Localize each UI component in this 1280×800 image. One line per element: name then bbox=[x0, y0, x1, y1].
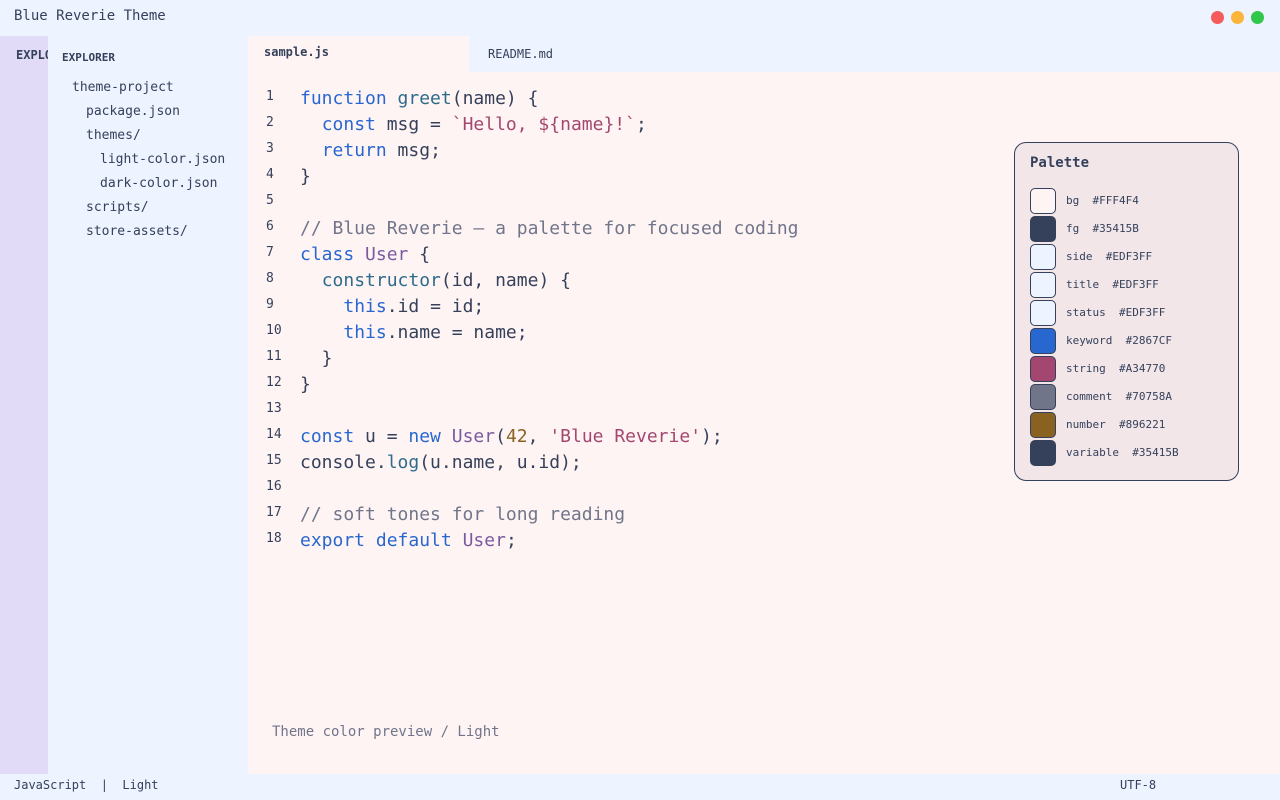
line-number: 9 bbox=[266, 297, 274, 312]
line-number: 13 bbox=[266, 401, 282, 416]
swatch-label: bg #FFF4F4 bbox=[1066, 194, 1139, 207]
line-number: 12 bbox=[266, 375, 282, 390]
palette-row: string #A34770 bbox=[1030, 356, 1230, 382]
color-swatch bbox=[1030, 300, 1056, 326]
code-line[interactable]: console.log(u.name, u.id); bbox=[300, 452, 582, 473]
sidebar-title: EXPLORER bbox=[62, 51, 115, 64]
tab-readme-md[interactable]: README.md bbox=[469, 36, 589, 72]
code-line[interactable]: class User { bbox=[300, 244, 430, 265]
color-swatch bbox=[1030, 356, 1056, 382]
palette-title: Palette bbox=[1030, 155, 1090, 171]
line-number: 1 bbox=[266, 89, 274, 104]
color-swatch bbox=[1030, 244, 1056, 270]
code-line[interactable]: function greet(name) { bbox=[300, 88, 538, 109]
tree-item-folder[interactable]: theme-project bbox=[72, 80, 174, 95]
color-swatch bbox=[1030, 412, 1056, 438]
tab-bar: sample.js README.md bbox=[248, 36, 1280, 72]
code-line[interactable]: this.name = name; bbox=[300, 322, 527, 343]
tree-item-folder[interactable]: scripts/ bbox=[86, 200, 149, 215]
line-number: 16 bbox=[266, 479, 282, 494]
line-number: 15 bbox=[266, 453, 282, 468]
line-number: 10 bbox=[266, 323, 282, 338]
close-button[interactable] bbox=[1211, 11, 1224, 24]
code-line[interactable]: // Blue Reverie — a palette for focused … bbox=[300, 218, 799, 239]
palette-row: side #EDF3FF bbox=[1030, 244, 1230, 270]
palette-row: keyword #2867CF bbox=[1030, 328, 1230, 354]
swatch-label: comment #70758A bbox=[1066, 390, 1172, 403]
title-bar: Blue Reverie Theme bbox=[0, 0, 1280, 36]
line-number: 18 bbox=[266, 531, 282, 546]
code-line[interactable]: // soft tones for long reading bbox=[300, 504, 625, 525]
tree-item-file[interactable]: light-color.json bbox=[100, 152, 225, 167]
palette-row: title #EDF3FF bbox=[1030, 272, 1230, 298]
color-swatch bbox=[1030, 188, 1056, 214]
code-line[interactable]: constructor(id, name) { bbox=[300, 270, 571, 291]
palette-row: status #EDF3FF bbox=[1030, 300, 1230, 326]
tab-sample-js[interactable]: sample.js bbox=[248, 36, 469, 72]
palette-row: number #896221 bbox=[1030, 412, 1230, 438]
swatch-label: keyword #2867CF bbox=[1066, 334, 1172, 347]
explorer-sidebar: EXPLORER theme-project package.json them… bbox=[48, 36, 248, 774]
swatch-label: side #EDF3FF bbox=[1066, 250, 1153, 263]
line-number: 3 bbox=[266, 141, 274, 156]
status-encoding[interactable]: UTF-8 bbox=[1120, 778, 1156, 792]
palette-row: variable #35415B bbox=[1030, 440, 1230, 466]
status-theme[interactable]: Light bbox=[122, 778, 158, 792]
line-number: 14 bbox=[266, 427, 282, 442]
swatch-label: number #896221 bbox=[1066, 418, 1166, 431]
line-number: 17 bbox=[266, 505, 282, 520]
status-separator: | bbox=[100, 778, 108, 792]
status-language[interactable]: JavaScript bbox=[14, 778, 86, 792]
color-swatch bbox=[1030, 272, 1056, 298]
code-line[interactable]: } bbox=[300, 348, 333, 369]
tab-label: README.md bbox=[488, 47, 554, 61]
code-line[interactable]: export default User; bbox=[300, 530, 517, 551]
line-number: 5 bbox=[266, 193, 274, 208]
code-line[interactable]: } bbox=[300, 166, 311, 187]
color-swatch bbox=[1030, 440, 1056, 466]
status-left: JavaScript | Light bbox=[14, 778, 159, 792]
color-swatch bbox=[1030, 216, 1056, 242]
palette-row: fg #35415B bbox=[1030, 216, 1230, 242]
code-line[interactable]: this.id = id; bbox=[300, 296, 484, 317]
color-swatch bbox=[1030, 328, 1056, 354]
swatch-label: variable #35415B bbox=[1066, 446, 1179, 459]
line-number: 8 bbox=[266, 271, 274, 286]
activity-bar: EXPLORER bbox=[0, 36, 48, 774]
window-title: Blue Reverie Theme bbox=[14, 8, 166, 24]
swatch-label: status #EDF3FF bbox=[1066, 306, 1166, 319]
status-bar: JavaScript | Light UTF-8 bbox=[0, 774, 1280, 800]
minimize-button[interactable] bbox=[1231, 11, 1244, 24]
palette-row: bg #FFF4F4 bbox=[1030, 188, 1230, 214]
tree-item-folder[interactable]: themes/ bbox=[86, 128, 141, 143]
line-number: 11 bbox=[266, 349, 282, 364]
tree-item-folder[interactable]: store-assets/ bbox=[86, 224, 188, 239]
line-number: 4 bbox=[266, 167, 274, 182]
activity-explorer-button[interactable]: EXPLORER bbox=[0, 48, 48, 62]
code-line[interactable]: } bbox=[300, 374, 311, 395]
theme-preview-caption: Theme color preview / Light bbox=[272, 724, 500, 740]
window-controls bbox=[1211, 11, 1264, 24]
color-swatch bbox=[1030, 384, 1056, 410]
palette-panel: Palette bg #FFF4F4 fg #35415B side #EDF3FF… bbox=[1014, 142, 1239, 481]
maximize-button[interactable] bbox=[1251, 11, 1264, 24]
line-number: 6 bbox=[266, 219, 274, 234]
code-line[interactable]: return msg; bbox=[300, 140, 441, 161]
code-line[interactable]: const msg = `Hello, ${name}!`; bbox=[300, 114, 647, 135]
line-number: 7 bbox=[266, 245, 274, 260]
swatch-label: string #A34770 bbox=[1066, 362, 1166, 375]
code-line[interactable]: const u = new User(42, 'Blue Reverie'); bbox=[300, 426, 723, 447]
swatch-label: title #EDF3FF bbox=[1066, 278, 1159, 291]
tree-item-file[interactable]: dark-color.json bbox=[100, 176, 217, 191]
palette-row: comment #70758A bbox=[1030, 384, 1230, 410]
tab-label: sample.js bbox=[264, 45, 330, 59]
line-number: 2 bbox=[266, 115, 274, 130]
swatch-label: fg #35415B bbox=[1066, 222, 1139, 235]
tree-item-file[interactable]: package.json bbox=[86, 104, 180, 119]
